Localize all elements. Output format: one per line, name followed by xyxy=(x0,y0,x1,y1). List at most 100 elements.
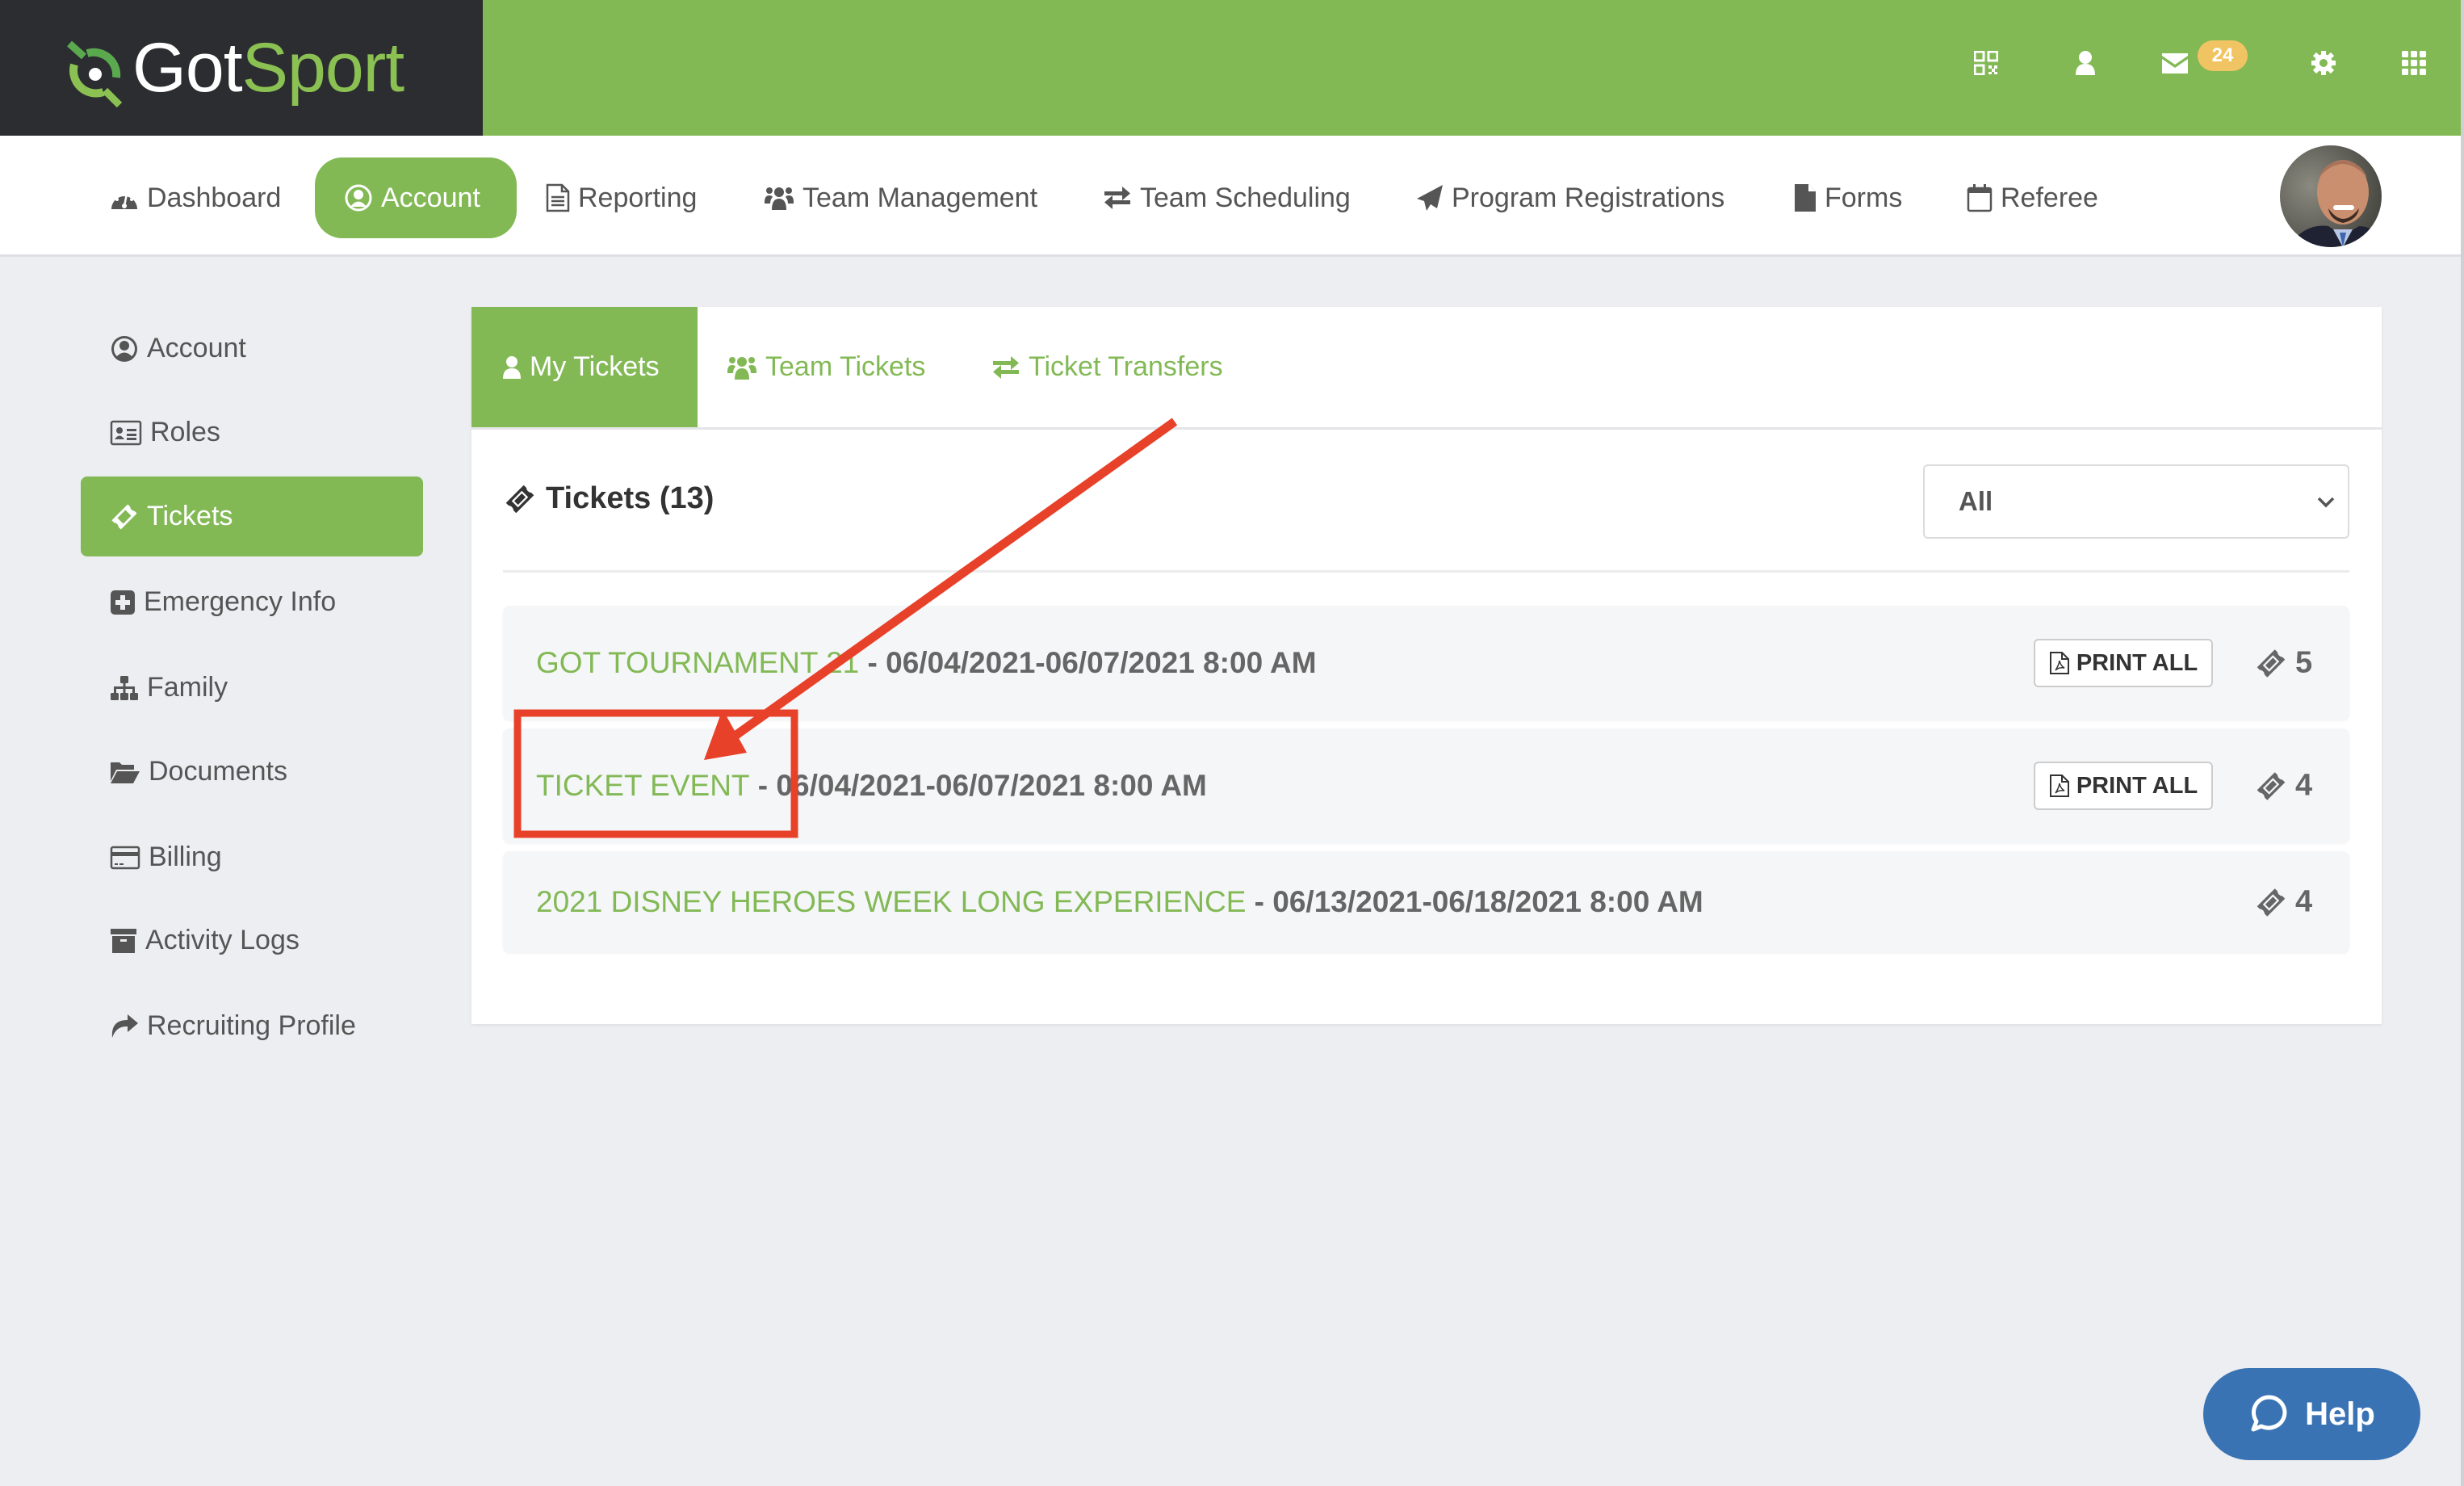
help-label: Help xyxy=(2305,1396,2375,1432)
envelope-icon[interactable] xyxy=(2157,47,2193,79)
nav-reporting[interactable]: Reporting xyxy=(546,157,697,238)
ticket-row: 2021 DISNEY HEROES WEEK LONG EXPERIENCE … xyxy=(503,851,2349,953)
event-name-link[interactable]: GOT TOURNAMENT 21 xyxy=(536,646,859,679)
nav-team-scheduling-label: Team Scheduling xyxy=(1140,182,1351,213)
main-nav: Dashboard Account Reporting Team Managem… xyxy=(0,136,2461,257)
sidebar-item-activity-logs[interactable]: Activity Logs xyxy=(81,900,423,980)
nav-referee-label: Referee xyxy=(2001,182,2098,213)
sidebar-item-account[interactable]: Account xyxy=(81,309,423,388)
event-name-link[interactable]: TICKET EVENT xyxy=(536,769,750,802)
users-icon xyxy=(765,187,794,210)
pdf-file-icon xyxy=(2049,652,2069,674)
sidebar-item-emergency-info[interactable]: Emergency Info xyxy=(81,562,423,642)
tickets-title-text: Tickets (13) xyxy=(546,481,714,515)
adjacent-window-edge xyxy=(2461,0,2464,1486)
top-bar: GotSport 24 xyxy=(0,0,2461,136)
document-icon xyxy=(546,183,570,212)
nav-forms-label: Forms xyxy=(1825,182,1903,213)
print-all-button[interactable]: PRINT ALL xyxy=(2034,762,2213,810)
tab-ticket-transfers[interactable]: Ticket Transfers xyxy=(991,307,1223,427)
exchange-icon xyxy=(1104,187,1130,209)
ticket-count-value: 4 xyxy=(2295,884,2313,919)
qr-code-icon[interactable] xyxy=(1970,47,2002,79)
help-button[interactable]: Help xyxy=(2203,1368,2420,1460)
exchange-icon xyxy=(993,355,1019,379)
tab-label: My Tickets xyxy=(530,351,660,382)
sidebar-item-label: Billing xyxy=(149,842,222,872)
nav-dashboard[interactable]: Dashboard xyxy=(110,157,281,238)
event-name-link[interactable]: 2021 DISNEY HEROES WEEK LONG EXPERIENCE xyxy=(536,885,1246,918)
tickets-card: My Tickets Team Tickets Ticket Transfers… xyxy=(471,307,2382,1024)
mail-badge: 24 xyxy=(2198,40,2248,71)
event-dates: - 06/13/2021-06/18/2021 8:00 AM xyxy=(1246,885,1703,918)
sidebar-item-label: Recruiting Profile xyxy=(147,1010,356,1041)
user-icon[interactable] xyxy=(2069,47,2102,79)
ticket-filter-select[interactable]: All xyxy=(1923,464,2349,539)
print-all-button[interactable]: PRINT ALL xyxy=(2034,639,2213,687)
chevron-down-icon xyxy=(2317,497,2335,508)
nav-team-management[interactable]: Team Management xyxy=(764,157,1037,238)
event-dates: - 06/04/2021-06/07/2021 8:00 AM xyxy=(859,646,1317,679)
ticket-row: GOT TOURNAMENT 21 - 06/04/2021-06/07/202… xyxy=(503,606,2349,720)
credit-card-icon xyxy=(110,846,140,869)
nav-reporting-label: Reporting xyxy=(578,182,698,213)
user-circle-icon xyxy=(345,184,372,212)
brand-name: GotSport xyxy=(132,33,404,103)
user-icon xyxy=(503,355,521,379)
tab-label: Ticket Transfers xyxy=(1029,351,1223,382)
folder-open-icon xyxy=(111,762,140,783)
archive-icon xyxy=(111,928,136,953)
sidebar-item-label: Roles xyxy=(150,417,220,447)
ticket-count: 5 xyxy=(2255,646,2312,681)
print-all-label: PRINT ALL xyxy=(2076,772,2198,799)
sitemap-icon xyxy=(111,675,138,700)
sidebar-item-billing[interactable]: Billing xyxy=(81,817,423,897)
sidebar-item-recruiting-profile[interactable]: Recruiting Profile xyxy=(81,986,423,1066)
tab-team-tickets[interactable]: Team Tickets xyxy=(727,307,925,427)
dashboard-icon xyxy=(111,191,137,209)
sidebar-item-label: Activity Logs xyxy=(145,925,300,955)
plus-square-icon xyxy=(111,590,135,615)
logo[interactable]: GotSport xyxy=(0,0,483,136)
divider xyxy=(503,570,2349,573)
user-circle-icon xyxy=(111,335,137,362)
ticket-count-value: 4 xyxy=(2295,768,2313,803)
brand-got: Got xyxy=(132,29,243,107)
nav-account[interactable]: Account xyxy=(315,157,517,238)
users-icon xyxy=(727,356,756,380)
tab-my-tickets[interactable]: My Tickets xyxy=(471,307,698,427)
nav-team-scheduling[interactable]: Team Scheduling xyxy=(1103,157,1351,238)
ticket-count: 4 xyxy=(2255,885,2312,920)
avatar[interactable] xyxy=(2280,145,2382,247)
nav-forms[interactable]: Forms xyxy=(1794,157,1902,238)
sidebar-item-label: Family xyxy=(147,672,228,703)
ticket-icon xyxy=(2257,771,2286,800)
sidebar-item-label: Account xyxy=(147,333,246,363)
ticket-tabs: My Tickets Team Tickets Ticket Transfers xyxy=(471,307,2382,430)
print-all-label: PRINT ALL xyxy=(2076,649,2198,676)
ticket-event-text: 2021 DISNEY HEROES WEEK LONG EXPERIENCE … xyxy=(536,885,1703,919)
filter-selected-value: All xyxy=(1959,486,1993,516)
sidebar-item-tickets[interactable]: Tickets xyxy=(81,476,423,556)
ticket-icon xyxy=(505,485,534,513)
event-dates: - 06/04/2021-06/07/2021 8:00 AM xyxy=(749,769,1207,802)
sidebar-item-roles[interactable]: Roles xyxy=(81,392,423,472)
share-icon xyxy=(111,1014,138,1038)
nav-account-label: Account xyxy=(381,182,480,213)
tab-label: Team Tickets xyxy=(765,351,926,382)
nav-dashboard-label: Dashboard xyxy=(147,182,282,213)
nav-referee[interactable]: Referee xyxy=(1967,157,2098,238)
sidebar-item-label: Tickets xyxy=(147,501,233,531)
sidebar-item-family[interactable]: Family xyxy=(81,648,423,728)
file-icon xyxy=(1795,184,1816,212)
nav-program-registrations[interactable]: Program Registrations xyxy=(1416,157,1724,238)
apps-grid-icon[interactable] xyxy=(2398,47,2430,79)
sidebar-item-documents[interactable]: Documents xyxy=(81,732,423,812)
ticket-event-text: GOT TOURNAMENT 21 - 06/04/2021-06/07/202… xyxy=(536,646,1317,680)
gear-icon[interactable] xyxy=(2307,47,2340,79)
sidebar-item-label: Emergency Info xyxy=(144,586,337,617)
gotsport-logo-icon xyxy=(67,40,123,108)
ticket-event-text: TICKET EVENT - 06/04/2021-06/07/2021 8:0… xyxy=(536,769,1207,803)
nav-program-registrations-label: Program Registrations xyxy=(1452,182,1725,213)
chat-bubble-icon xyxy=(2251,1395,2287,1432)
